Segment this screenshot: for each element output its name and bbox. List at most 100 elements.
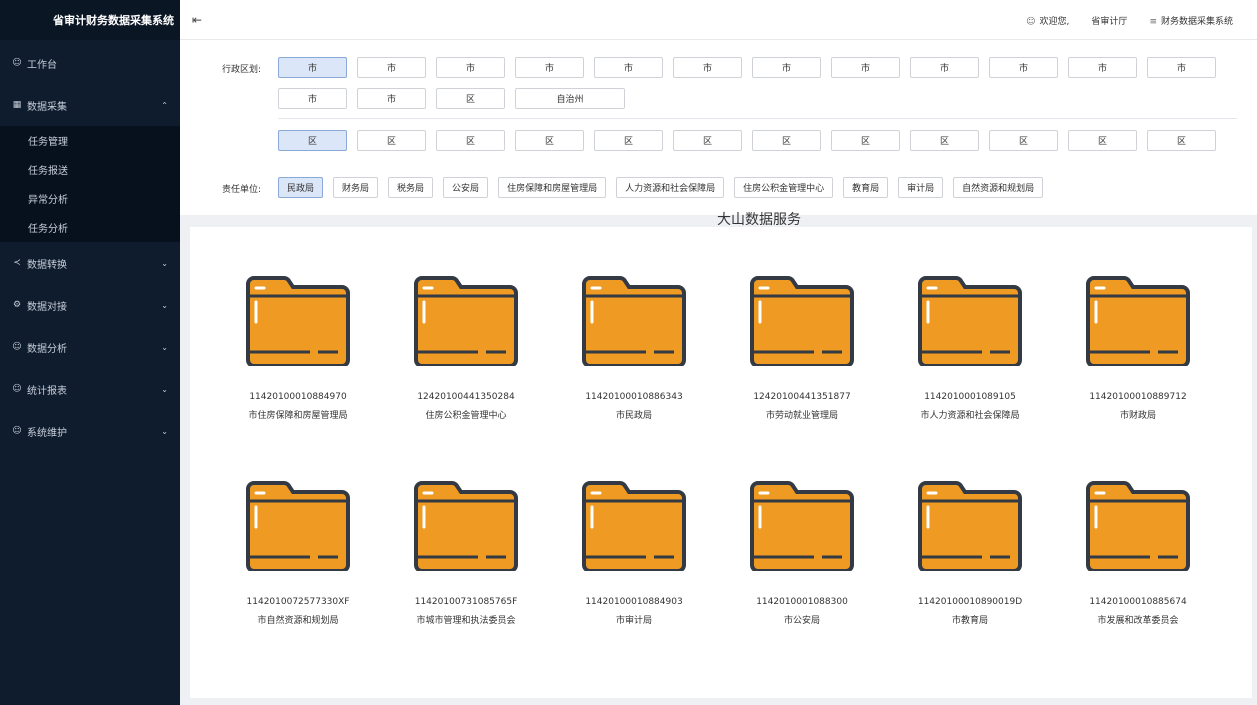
- folder-name: 市公安局: [783, 616, 820, 626]
- folder-item[interactable]: 12420100441351877 市劳动就业管理局: [727, 274, 877, 421]
- sidebar-item-data-analysis[interactable]: ☺ 数据分析 ⌄: [0, 326, 180, 368]
- folder-item[interactable]: 1142010001089105 市人力资源和社会保障局: [895, 274, 1045, 421]
- region-button[interactable]: 市: [989, 57, 1058, 78]
- region-button[interactable]: 市: [1147, 57, 1216, 78]
- folder-code: 11420100010884970: [249, 392, 347, 402]
- district-button[interactable]: 区: [673, 130, 742, 151]
- region-button[interactable]: 市: [278, 88, 347, 109]
- chevron-down-icon: ⌄: [161, 300, 168, 310]
- folder-item[interactable]: 11420100010890019D 市教育局: [895, 479, 1045, 626]
- folder-code: 1142010072577330XF: [246, 597, 350, 607]
- header-org: 省审计厅: [1091, 16, 1128, 27]
- chevron-down-icon: ⌄: [161, 426, 168, 436]
- district-button[interactable]: 区: [278, 130, 347, 151]
- top-header: ⇤ ☺ 欢迎您, 省审计厅 ≡ 财务数据采集系统: [180, 0, 1257, 40]
- district-button[interactable]: 区: [1147, 130, 1216, 151]
- district-button[interactable]: 区: [1068, 130, 1137, 151]
- district-button[interactable]: 区: [594, 130, 663, 151]
- sidebar-item-statistics[interactable]: ☺ 统计报表 ⌄: [0, 368, 180, 410]
- folder-name: 市教育局: [951, 616, 988, 626]
- chevron-down-icon: ⌄: [161, 342, 168, 352]
- region-button[interactable]: 市: [357, 88, 426, 109]
- folder-icon: [750, 481, 854, 571]
- org-button[interactable]: 自然资源和规划局: [953, 177, 1044, 198]
- folder-name: 市劳动就业管理局: [765, 411, 838, 421]
- folder-code: 12420100441351877: [753, 392, 851, 402]
- folder-name: 市审计局: [615, 616, 652, 626]
- watermark-text: 大山数据服务: [717, 212, 801, 228]
- header-system[interactable]: ≡ 财务数据采集系统: [1149, 14, 1233, 27]
- folder-icon: [918, 276, 1022, 366]
- filter-panel: 行政区划: 市市市市市市市市市市市市 市市区自治州 区区区区区区区区区区区区 责…: [180, 40, 1257, 215]
- org-button[interactable]: 审计局: [898, 177, 944, 198]
- org-label: 责任单位:: [222, 185, 262, 195]
- grid-icon: ▦: [12, 100, 22, 110]
- folder-item[interactable]: 1142010001088300 市公安局: [727, 479, 877, 626]
- region-label: 行政区划:: [222, 65, 262, 75]
- folder-item[interactable]: 11420100731085765F 市城市管理和执法委员会: [391, 479, 541, 626]
- user-icon: ☺: [1026, 16, 1036, 27]
- sidebar-item-workbench[interactable]: ☺ 工作台: [0, 42, 180, 84]
- folder-item[interactable]: 11420100010885674 市发展和改革委员会: [1063, 479, 1213, 626]
- region-button[interactable]: 市: [831, 57, 900, 78]
- sidebar-item-data-collection[interactable]: ▦ 数据采集 ⌃: [0, 84, 180, 126]
- district-button[interactable]: 区: [910, 130, 979, 151]
- folder-code: 11420100010885674: [1089, 597, 1187, 607]
- folder-item[interactable]: 11420100010884970 市住房保障和房屋管理局: [223, 274, 373, 421]
- folder-icon: [1086, 276, 1190, 366]
- region-button[interactable]: 市: [752, 57, 821, 78]
- district-button[interactable]: 区: [831, 130, 900, 151]
- submenu-item-task-management[interactable]: 任务管理: [0, 126, 180, 155]
- region-button[interactable]: 自治州: [515, 88, 625, 109]
- menu-collapse-icon[interactable]: ⇤: [192, 13, 202, 27]
- folder-item[interactable]: 12420100441350284 住房公积金管理中心: [391, 274, 541, 421]
- org-button[interactable]: 教育局: [843, 177, 889, 198]
- region-button[interactable]: 市: [515, 57, 584, 78]
- folder-code: 1142010001088300: [756, 597, 848, 607]
- folder-icon: [750, 276, 854, 366]
- district-button[interactable]: 区: [989, 130, 1058, 151]
- folder-name: 住房公积金管理中心: [425, 411, 507, 421]
- org-button[interactable]: 住房公积金管理中心: [734, 177, 834, 198]
- folder-name: 市人力资源和社会保障局: [920, 411, 1020, 421]
- district-button[interactable]: 区: [357, 130, 426, 151]
- folder-code: 11420100010890019D: [917, 597, 1023, 607]
- region-button[interactable]: 市: [673, 57, 742, 78]
- org-button[interactable]: 人力资源和社会保障局: [616, 177, 725, 198]
- folder-icon: [414, 481, 518, 571]
- folder-icon: [582, 481, 686, 571]
- sidebar-item-data-conversion[interactable]: ≺ 数据转换 ⌄: [0, 242, 180, 284]
- folder-code: 1142010001089105: [924, 392, 1016, 402]
- region-button[interactable]: 市: [594, 57, 663, 78]
- district-button[interactable]: 区: [752, 130, 821, 151]
- region-button[interactable]: 市: [1068, 57, 1137, 78]
- sidebar-item-label: 统计报表: [27, 385, 67, 397]
- region-button[interactable]: 区: [436, 88, 505, 109]
- user-greeting[interactable]: ☺ 欢迎您,: [1026, 14, 1069, 27]
- folder-item[interactable]: 11420100010889712 市财政局: [1063, 274, 1213, 421]
- sidebar-item-system-maintenance[interactable]: ☺ 系统维护 ⌄: [0, 410, 180, 452]
- org-button[interactable]: 民政局: [278, 177, 324, 198]
- org-button[interactable]: 住房保障和房屋管理局: [498, 177, 607, 198]
- region-button[interactable]: 市: [278, 57, 347, 78]
- org-button[interactable]: 税务局: [388, 177, 434, 198]
- org-button[interactable]: 财务局: [333, 177, 379, 198]
- submenu-item-task-analysis[interactable]: 任务分析: [0, 213, 180, 242]
- district-button[interactable]: 区: [515, 130, 584, 151]
- folder-name: 市城市管理和执法委员会: [416, 616, 516, 626]
- district-button[interactable]: 区: [436, 130, 505, 151]
- folder-item[interactable]: 1142010072577330XF 市自然资源和规划局: [223, 479, 373, 626]
- submenu-item-exception-analysis[interactable]: 异常分析: [0, 184, 180, 213]
- folder-item[interactable]: 11420100010884903 市审计局: [559, 479, 709, 626]
- sidebar-item-label: 数据采集: [27, 101, 67, 113]
- folder-name: 市财政局: [1119, 411, 1156, 421]
- folder-item[interactable]: 11420100010886343 市民政局: [559, 274, 709, 421]
- header-user-area: ☺ 欢迎您, 省审计厅 ≡ 财务数据采集系统: [1026, 0, 1233, 40]
- org-button[interactable]: 公安局: [443, 177, 489, 198]
- region-button[interactable]: 市: [436, 57, 505, 78]
- submenu-item-task-submission[interactable]: 任务报送: [0, 155, 180, 184]
- region-button[interactable]: 市: [357, 57, 426, 78]
- region-button[interactable]: 市: [910, 57, 979, 78]
- user-icon: ☺: [12, 384, 22, 394]
- sidebar-item-data-docking[interactable]: ⚙ 数据对接 ⌄: [0, 284, 180, 326]
